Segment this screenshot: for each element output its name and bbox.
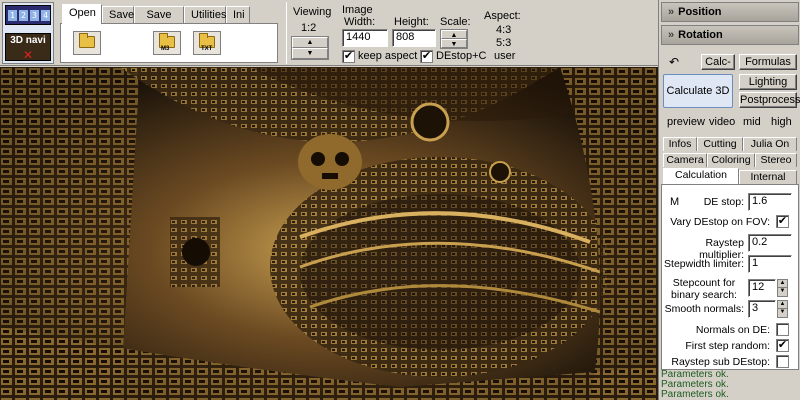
width-input[interactable]: 1440	[342, 29, 388, 47]
txt-tag: TXT	[201, 46, 213, 52]
m3-tag: M3	[161, 46, 170, 52]
aspect-title: Aspect:	[484, 10, 521, 22]
destop-c-label: DEstop+C	[436, 50, 487, 62]
open-m3-button[interactable]: M3	[153, 31, 181, 55]
quality-video[interactable]: video	[709, 116, 735, 128]
destop-c-checkbox[interactable]: ✔	[420, 50, 433, 63]
lighting-button[interactable]: Lighting	[739, 74, 797, 90]
tab-save[interactable]: Save	[102, 6, 134, 24]
aspect-option-4-3[interactable]: 4:3	[496, 24, 511, 36]
smooth-normals-input[interactable]: 3	[748, 300, 776, 318]
stepcount-spinner[interactable]: ▲ ▼	[777, 279, 788, 297]
film-number: 4	[41, 10, 50, 21]
image-title: Image	[342, 4, 373, 16]
tab-utilities[interactable]: Utilities	[184, 6, 226, 24]
rotation-label: Rotation	[678, 29, 723, 41]
tab-cutting[interactable]: Cutting	[697, 137, 743, 151]
quality-preview[interactable]: preview	[667, 116, 705, 128]
smooth-normals-label: Smooth normals:	[664, 303, 744, 315]
stepwidth-limiter-input[interactable]: 1	[748, 255, 792, 273]
first-step-random-checkbox[interactable]: ✔	[776, 339, 789, 352]
postprocess-button[interactable]: Postprocess	[739, 92, 800, 108]
tab-camera[interactable]: Camera	[663, 153, 707, 167]
spin-up-icon[interactable]: ▲	[292, 37, 328, 48]
calc-minus-button[interactable]: Calc-	[701, 54, 735, 70]
scale-spinner[interactable]: ▲ ▼	[440, 29, 468, 49]
first-step-random-label: First step random:	[685, 340, 770, 352]
normals-on-de-label: Normals on DE:	[695, 324, 770, 336]
position-section[interactable]: » Position	[661, 2, 799, 22]
height-input[interactable]: 808	[392, 29, 436, 47]
tab-julia-on[interactable]: Julia On	[743, 137, 797, 151]
normals-on-de-checkbox[interactable]	[776, 323, 789, 336]
viewing-ratio: 1:2	[301, 22, 317, 34]
status-line: Parameters ok.	[661, 389, 729, 400]
open-tab-panel: M3 TXT	[60, 23, 278, 63]
film-number: 3	[30, 10, 39, 21]
raystep-sub-destop-label: Raystep sub DEstop:	[671, 356, 770, 368]
tab-coloring[interactable]: Coloring	[707, 153, 755, 167]
scale-label: Scale:	[440, 16, 471, 28]
spin-up-icon[interactable]: ▲	[441, 30, 467, 39]
stepwidth-limiter-label: Stepwidth limiter:	[664, 258, 744, 270]
calculate-3d-button[interactable]: Calculate 3D	[663, 74, 733, 108]
film-strip-icon: 1 2 3 4	[5, 5, 51, 25]
raystep-sub-destop-checkbox[interactable]	[776, 355, 789, 368]
position-label: Position	[678, 6, 722, 18]
double-chevron-icon: »	[668, 29, 675, 41]
top-toolbar: 1 2 3 4 3D navi ✕ Open Save Save pic Uti…	[0, 0, 660, 66]
double-chevron-icon: »	[668, 6, 675, 18]
status-log: Parameters ok. Parameters ok. Parameters…	[659, 370, 800, 400]
spin-down-icon[interactable]: ▼	[292, 48, 328, 59]
de-stop-input[interactable]: 1.6	[748, 193, 792, 211]
viewing-spinner[interactable]: ▲ ▼	[291, 36, 329, 60]
tab-calculation[interactable]: Calculation	[663, 168, 739, 184]
film-number: 2	[19, 10, 28, 21]
height-label: Height:	[394, 16, 429, 28]
3d-navi-button[interactable]: 3D navi ✕	[5, 33, 51, 62]
stepcount-input[interactable]: 12	[748, 279, 776, 297]
aspect-option-user[interactable]: user	[494, 50, 515, 62]
viewing-title: Viewing	[293, 6, 332, 18]
spin-down-icon[interactable]: ▼	[778, 288, 787, 296]
spin-down-icon[interactable]: ▼	[441, 39, 467, 48]
open-txt-button[interactable]: TXT	[193, 31, 221, 55]
spin-up-icon[interactable]: ▲	[778, 301, 787, 309]
m-label: M	[670, 196, 680, 208]
open-parameters-button[interactable]	[73, 31, 101, 55]
viewing-group: Viewing 1:2 ▲ ▼	[286, 2, 332, 64]
cross-icon: ✕	[22, 48, 34, 62]
tab-open[interactable]: Open	[62, 4, 102, 24]
stepcount-label: Stepcount for binary search:	[671, 277, 737, 301]
calculation-panel: M DE stop: 1.6 Vary DEstop on FOV: ✔ Ray…	[661, 184, 799, 370]
tab-save-pic[interactable]: Save pic	[134, 6, 184, 37]
width-label: Width:	[344, 16, 376, 28]
fractal-render-image	[0, 67, 658, 400]
3d-navi-label: 3D navi	[10, 35, 46, 46]
undo-icon[interactable]: ↶	[669, 55, 679, 69]
quality-high[interactable]: high	[771, 116, 792, 128]
spin-up-icon[interactable]: ▲	[778, 280, 787, 288]
aspect-option-5-3[interactable]: 5:3	[496, 37, 511, 49]
film-number: 1	[8, 10, 17, 21]
spin-down-icon[interactable]: ▼	[778, 309, 787, 317]
de-stop-label: DE stop:	[703, 196, 744, 208]
tab-infos[interactable]: Infos	[663, 137, 697, 151]
raystep-multiplier-input[interactable]: 0.2	[748, 234, 792, 252]
tab-internal[interactable]: Internal	[739, 170, 797, 184]
app-logo[interactable]: 1 2 3 4 3D navi ✕	[2, 2, 54, 64]
formulas-button[interactable]: Formulas	[739, 54, 797, 70]
keep-aspect-checkbox[interactable]: ✔	[342, 50, 355, 63]
keep-aspect-label: keep aspect	[358, 50, 418, 62]
tab-stereo[interactable]: Stereo	[755, 153, 797, 167]
vary-destop-label: Vary DEstop on FOV:	[670, 216, 770, 228]
quality-mid[interactable]: mid	[743, 116, 761, 128]
tab-ini[interactable]: Ini	[226, 6, 250, 24]
vary-destop-checkbox[interactable]: ✔	[776, 215, 789, 228]
render-viewport[interactable]	[0, 67, 658, 400]
rotation-section[interactable]: » Rotation	[661, 25, 799, 45]
smooth-normals-spinner[interactable]: ▲ ▼	[777, 300, 788, 318]
folder-open-icon	[79, 33, 95, 48]
